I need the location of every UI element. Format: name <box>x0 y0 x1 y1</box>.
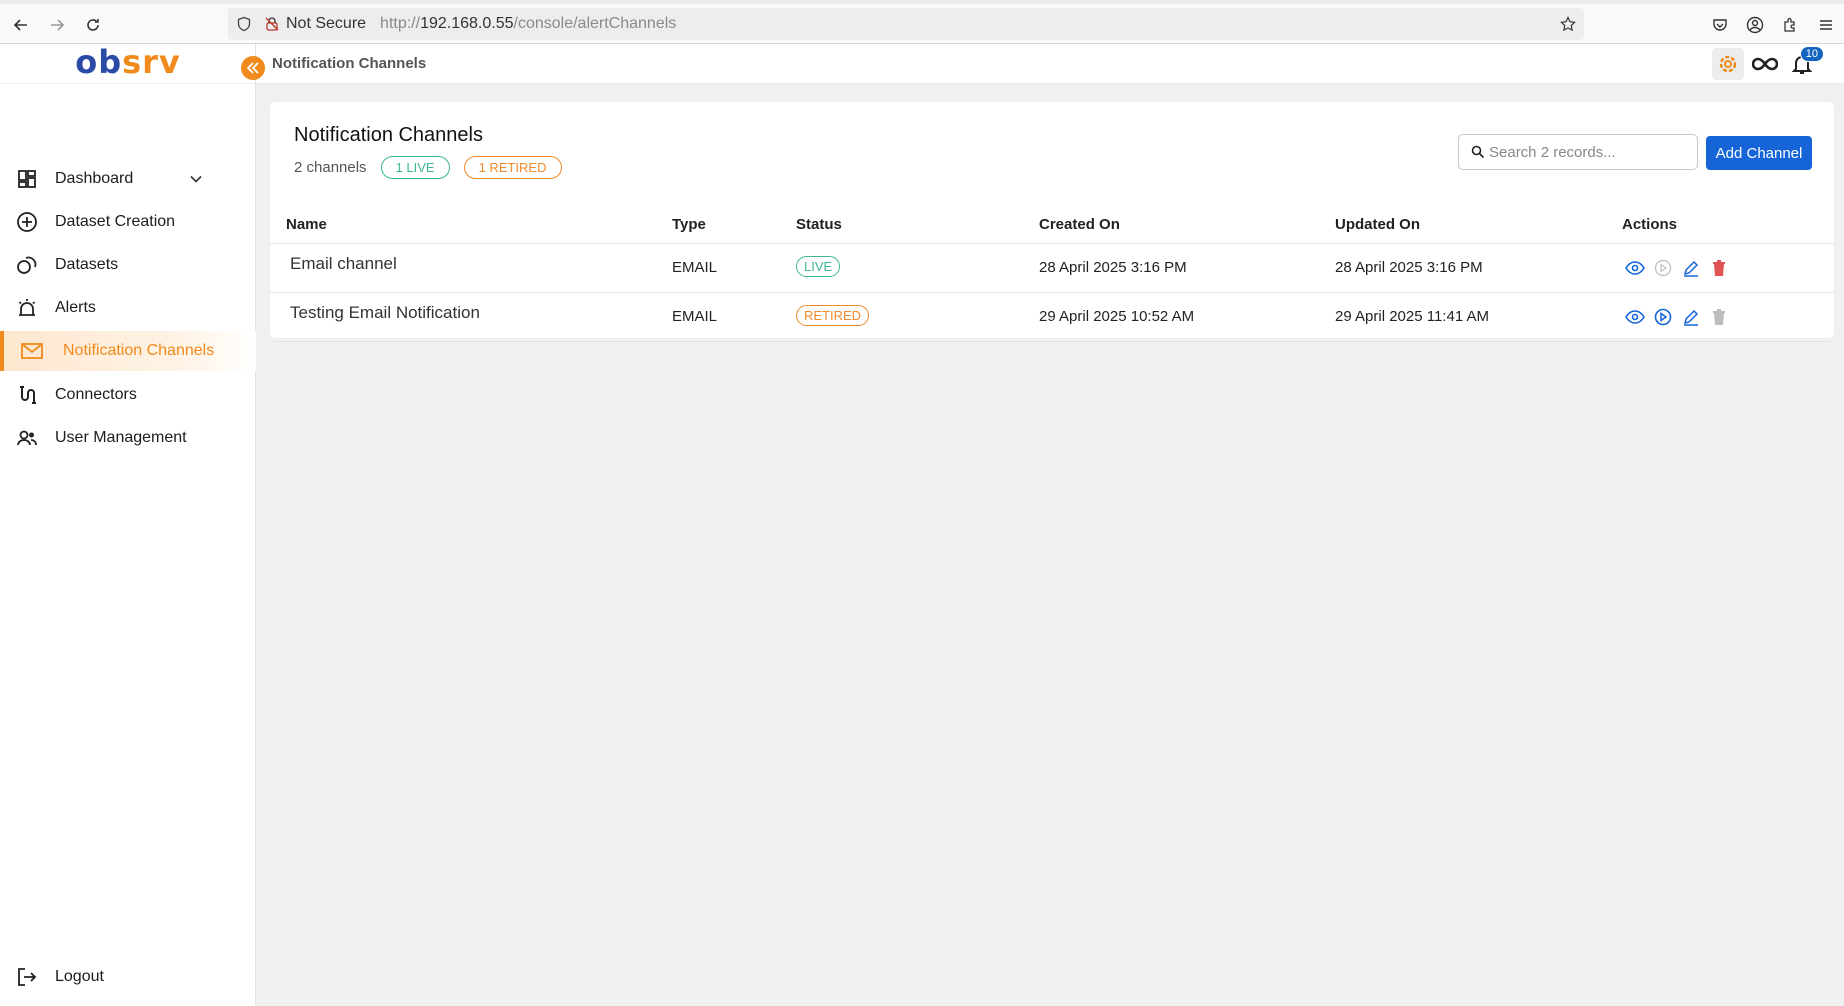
not-secure-label: Not Secure <box>286 15 367 32</box>
edit-icon[interactable] <box>1680 257 1702 279</box>
mail-icon <box>20 339 44 363</box>
created-on: 28 April 2025 3:16 PM <box>1039 259 1187 276</box>
sidebar-item-datasets[interactable]: Datasets <box>0 245 256 285</box>
sidebar: obsrv Dashboard Dataset Creation Dataset… <box>0 44 256 1006</box>
table-header: Name Type Status Created On Updated On A… <box>270 208 1834 244</box>
datasets-icon <box>15 253 39 277</box>
column-header-created[interactable]: Created On <box>1039 216 1120 233</box>
channel-name: Email channel <box>290 254 397 273</box>
logout-label: Logout <box>55 968 104 985</box>
retired-filter-chip[interactable]: 1 RETIRED <box>463 156 562 179</box>
sidebar-item-label: Datasets <box>55 256 119 273</box>
grafana-icon[interactable] <box>1712 48 1744 80</box>
updated-on: 29 April 2025 11:41 AM <box>1335 308 1489 325</box>
sidebar-item-label: Connectors <box>55 386 137 403</box>
dashboard-icon <box>15 167 39 191</box>
table-row[interactable]: Email channel EMAIL LIVE 28 April 2025 3… <box>270 244 1834 293</box>
status-badge: LIVE <box>796 256 841 277</box>
column-header-type[interactable]: Type <box>672 216 706 233</box>
play-icon <box>1652 257 1674 279</box>
connectors-icon <box>15 383 39 407</box>
channel-name: Testing Email Notification <box>290 303 480 322</box>
created-on: 29 April 2025 10:52 AM <box>1039 308 1195 325</box>
forward-icon[interactable] <box>46 14 68 36</box>
logo-part-srv: srv <box>122 42 181 81</box>
url-prefix: http:// <box>380 15 421 32</box>
browser-toolbar: Not Secure http://192.168.0.55/console/a… <box>0 0 1844 44</box>
account-icon[interactable] <box>1744 14 1766 36</box>
search-icon <box>1471 145 1485 159</box>
back-icon[interactable] <box>10 14 32 36</box>
page-title: Notification Channels <box>294 124 483 146</box>
breadcrumb-title: Notification Channels <box>272 55 427 72</box>
view-icon[interactable] <box>1624 257 1646 279</box>
sidebar-item-dataset-creation[interactable]: Dataset Creation <box>0 202 256 242</box>
sidebar-item-label: User Management <box>55 429 187 446</box>
channel-type: EMAIL <box>672 308 718 325</box>
sidebar-item-alerts[interactable]: Alerts <box>0 288 256 328</box>
channels-table: Name Type Status Created On Updated On A… <box>270 208 1834 342</box>
menu-icon[interactable] <box>1815 14 1837 36</box>
app-header: Notification Channels 10 <box>256 44 1844 84</box>
search-box[interactable] <box>1458 134 1698 170</box>
add-channel-button[interactable]: Add Channel <box>1706 136 1812 170</box>
alarm-icon <box>15 296 39 320</box>
column-header-status[interactable]: Status <box>796 216 842 233</box>
play-icon[interactable] <box>1652 306 1674 328</box>
add-circle-icon <box>15 210 39 234</box>
channel-count: 2 channels <box>294 159 367 176</box>
url-bar[interactable]: Not Secure http://192.168.0.55/console/a… <box>228 8 1584 40</box>
url-host: 192.168.0.55 <box>420 15 514 32</box>
table-row[interactable]: Testing Email Notification EMAIL RETIRED… <box>270 293 1834 342</box>
bookmark-star-icon[interactable] <box>1560 16 1576 32</box>
sidebar-item-connectors[interactable]: Connectors <box>0 375 256 415</box>
extensions-icon[interactable] <box>1779 14 1801 36</box>
insecure-lock-icon <box>264 16 280 32</box>
channel-type: EMAIL <box>672 259 718 276</box>
logout-icon <box>15 965 39 989</box>
users-icon <box>15 426 39 450</box>
logout-button[interactable]: Logout <box>0 957 256 997</box>
url-path: /console/alertChannels <box>513 15 677 32</box>
column-header-actions: Actions <box>1622 216 1678 233</box>
notifications-bell-icon[interactable]: 10 <box>1786 46 1824 80</box>
delete-icon[interactable] <box>1708 257 1730 279</box>
url-text[interactable]: http://192.168.0.55/console/alertChannel… <box>380 15 676 33</box>
channel-summary: 2 channels 1 LIVE 1 RETIRED <box>294 156 562 179</box>
delete-icon <box>1708 306 1730 328</box>
column-header-updated[interactable]: Updated On <box>1335 216 1420 233</box>
sidebar-item-label: Alerts <box>55 299 96 316</box>
collapse-sidebar-button[interactable] <box>241 56 265 80</box>
infinity-icon[interactable] <box>1749 48 1781 80</box>
sidebar-item-label: Dataset Creation <box>55 213 176 230</box>
sidebar-item-dashboard[interactable]: Dashboard <box>0 159 256 199</box>
sidebar-item-label: Dashboard <box>55 170 134 187</box>
reload-icon[interactable] <box>82 14 104 36</box>
updated-on: 28 April 2025 3:16 PM <box>1335 259 1483 276</box>
sidebar-item-notification-channels[interactable]: Notification Channels <box>0 331 256 371</box>
chevron-down-icon[interactable] <box>186 169 206 189</box>
status-badge: RETIRED <box>796 305 870 326</box>
logo-part-ob: ob <box>75 42 123 81</box>
sidebar-item-user-management[interactable]: User Management <box>0 418 256 458</box>
sidebar-item-label: Notification Channels <box>63 342 215 359</box>
shield-icon <box>236 16 252 32</box>
double-chevron-left-icon <box>245 60 261 76</box>
search-input[interactable] <box>1489 143 1689 161</box>
edit-icon[interactable] <box>1680 306 1702 328</box>
channels-card: Notification Channels 2 channels 1 LIVE … <box>270 102 1834 342</box>
notification-count-badge: 10 <box>1799 46 1824 62</box>
logo[interactable]: obsrv <box>0 44 256 84</box>
live-filter-chip[interactable]: 1 LIVE <box>380 156 450 179</box>
view-icon[interactable] <box>1624 306 1646 328</box>
column-header-name[interactable]: Name <box>286 216 327 233</box>
pocket-icon[interactable] <box>1709 14 1731 36</box>
